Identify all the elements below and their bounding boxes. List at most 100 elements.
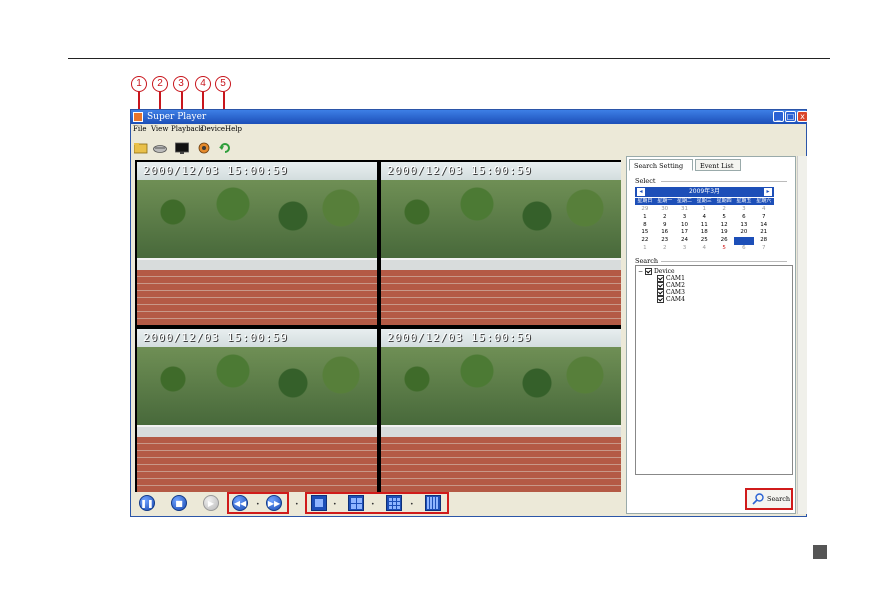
calendar-day[interactable]: 7 <box>754 245 774 253</box>
collapse-icon[interactable]: − <box>638 268 643 275</box>
refresh-icon[interactable] <box>218 139 232 153</box>
calendar-day[interactable]: 22 <box>635 237 655 245</box>
weekday-label: 星期三 <box>696 198 712 204</box>
tree-item-label: CAM3 <box>666 289 685 296</box>
camera-view-2[interactable]: 2000/12/03 15:00:59 <box>381 162 621 325</box>
tree-item-cam1[interactable]: CAM1 <box>657 275 685 282</box>
menu-playback[interactable]: Playback <box>171 124 203 135</box>
calendar-month: 2009年3月 <box>688 188 721 195</box>
checkbox[interactable] <box>657 275 664 282</box>
pause-icon[interactable]: ❚❚ <box>139 495 155 511</box>
folder-icon[interactable] <box>133 139 148 154</box>
split-4-icon[interactable] <box>348 495 364 511</box>
tree-item-label: CAM1 <box>666 275 685 282</box>
calendar-day[interactable]: 23 <box>655 237 675 245</box>
calendar-day[interactable]: 18 <box>694 229 714 237</box>
top-rule <box>68 58 830 59</box>
tree-root[interactable]: − Device <box>638 268 675 275</box>
calendar-day[interactable]: 28 <box>754 237 774 245</box>
calendar-day[interactable]: 17 <box>675 229 695 237</box>
split-1-icon[interactable] <box>311 495 327 511</box>
weekday-label: 星期二 <box>676 198 692 204</box>
calendar-day[interactable]: 9 <box>655 222 675 230</box>
calendar-day[interactable]: 11 <box>694 222 714 230</box>
prev-month-button[interactable]: ◂ <box>637 188 645 196</box>
toolbar <box>131 136 626 156</box>
tab-event-list[interactable]: Event List <box>695 159 741 171</box>
calendar-day[interactable]: 21 <box>754 229 774 237</box>
monitor-icon[interactable] <box>175 139 189 154</box>
checkbox[interactable] <box>644 268 652 275</box>
calendar-day[interactable]: 29 <box>635 206 655 214</box>
next-month-button[interactable]: ▸ <box>764 188 772 196</box>
calendar-day[interactable]: 3 <box>675 214 695 222</box>
minimize-button[interactable]: _ <box>773 111 784 122</box>
checkbox[interactable] <box>657 289 664 296</box>
tree-item-label: CAM2 <box>666 282 685 289</box>
callout-4: 4 <box>195 76 211 92</box>
camera-view-1[interactable]: 2000/12/03 15:00:59 <box>137 162 377 325</box>
calendar-day[interactable]: 30 <box>655 206 675 214</box>
menu-view[interactable]: View <box>151 124 168 135</box>
menu-bar: File View Playback Device Help <box>131 124 806 135</box>
calendar-day[interactable]: 25 <box>694 237 714 245</box>
calendar-day[interactable]: 1 <box>635 214 655 222</box>
calendar-day[interactable]: 20 <box>734 229 754 237</box>
tree-item-cam3[interactable]: CAM3 <box>657 289 685 296</box>
panel-scrollbar[interactable] <box>797 156 807 514</box>
calendar-weekdays: 星期日 星期一 星期二 星期三 星期四 星期五 星期六 <box>635 198 774 205</box>
calendar-day[interactable]: 16 <box>655 229 675 237</box>
tab-search-setting[interactable]: Search Setting <box>629 159 693 171</box>
calendar-day[interactable]: 5 <box>714 245 734 253</box>
stop-icon[interactable]: ■ <box>171 495 187 511</box>
calendar-day[interactable]: 12 <box>714 222 734 230</box>
play-icon[interactable]: ▶ <box>203 495 219 511</box>
calendar-day[interactable]: 13 <box>734 222 754 230</box>
device-tree: − Device CAM1 CAM2 CAM3 CAM4 <box>635 265 793 475</box>
checkbox[interactable] <box>657 296 664 303</box>
calendar-day[interactable]: 6 <box>734 214 754 222</box>
settings-icon[interactable] <box>197 139 211 154</box>
fast-forward-icon[interactable]: ▶▶ <box>266 495 282 511</box>
calendar-day[interactable]: 31 <box>675 206 695 214</box>
calendar-day[interactable]: 5 <box>714 214 734 222</box>
menu-help[interactable]: Help <box>225 124 242 135</box>
calendar-day[interactable]: 2 <box>714 206 734 214</box>
camera-view-3[interactable]: 2000/12/03 15:00:59 <box>137 329 377 492</box>
title-bar[interactable]: Super Player _ □ x <box>131 110 808 124</box>
checkbox[interactable] <box>657 282 664 289</box>
calendar-day[interactable]: 1 <box>635 245 655 253</box>
split-9-icon[interactable] <box>386 495 402 511</box>
drive-icon[interactable] <box>153 139 167 153</box>
calendar-day[interactable]: 27 <box>734 237 754 245</box>
calendar-day[interactable]: 3 <box>734 206 754 214</box>
tree-root-label: Device <box>653 268 675 275</box>
search-button[interactable]: Search <box>745 488 793 510</box>
calendar-day[interactable]: 4 <box>754 206 774 214</box>
maximize-button[interactable]: □ <box>785 111 796 122</box>
calendar-day[interactable]: 1 <box>694 206 714 214</box>
menu-device[interactable]: Device <box>201 124 225 135</box>
calendar-day[interactable]: 7 <box>754 214 774 222</box>
calendar-day[interactable]: 19 <box>714 229 734 237</box>
calendar-day[interactable]: 24 <box>675 237 695 245</box>
calendar-day[interactable]: 15 <box>635 229 655 237</box>
calendar-day[interactable]: 4 <box>694 214 714 222</box>
menu-file[interactable]: File <box>133 124 146 135</box>
calendar-day[interactable]: 4 <box>694 245 714 253</box>
calendar-day[interactable]: 3 <box>675 245 695 253</box>
tree-item-cam4[interactable]: CAM4 <box>657 296 685 303</box>
calendar-day[interactable]: 10 <box>675 222 695 230</box>
calendar-day[interactable]: 8 <box>635 222 655 230</box>
close-button[interactable]: x <box>797 111 808 122</box>
calendar-day[interactable]: 14 <box>754 222 774 230</box>
rewind-icon[interactable]: ◀◀ <box>232 495 248 511</box>
split-16-icon[interactable] <box>425 495 441 511</box>
calendar-day[interactable]: 26 <box>714 237 734 245</box>
tree-item-cam2[interactable]: CAM2 <box>657 282 685 289</box>
playback-controls: ❚❚ ■ ▶ ◀◀ • ▶▶ • • • • <box>135 492 621 514</box>
camera-view-4[interactable]: 2000/12/03 15:00:59 <box>381 329 621 492</box>
calendar-day[interactable]: 6 <box>734 245 754 253</box>
calendar-day[interactable]: 2 <box>655 214 675 222</box>
calendar-day[interactable]: 2 <box>655 245 675 253</box>
